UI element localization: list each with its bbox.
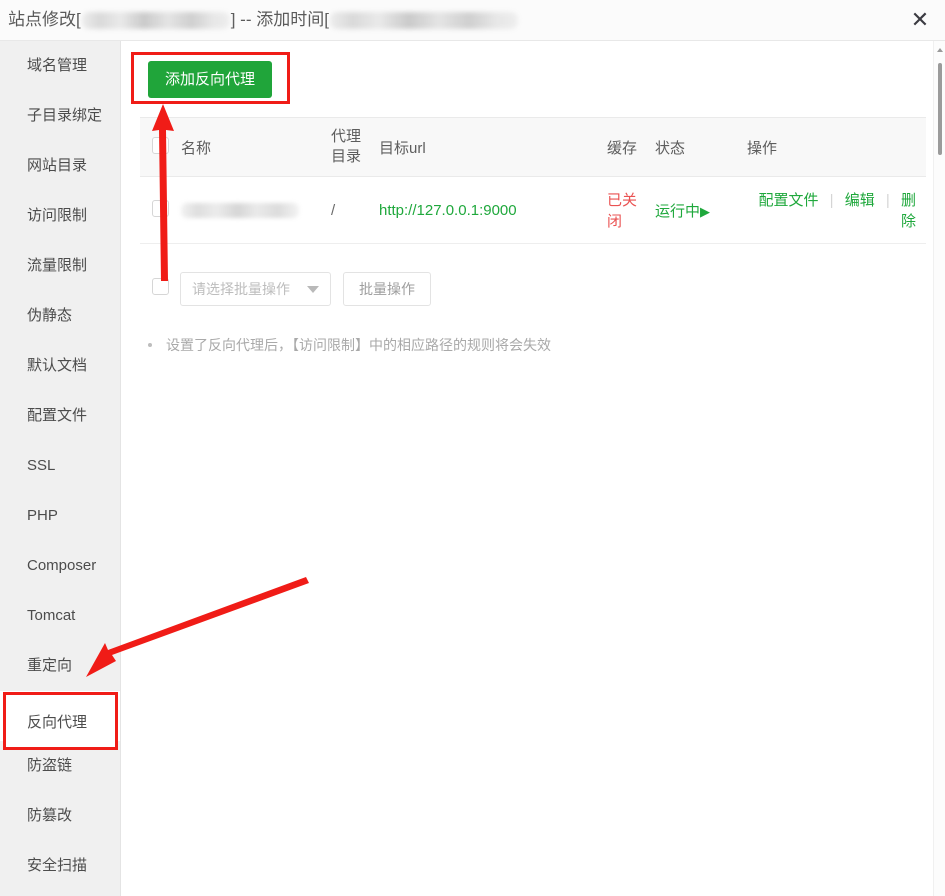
header-proxy-directory-line1: 代理 bbox=[331, 128, 362, 145]
add-reverse-proxy-button[interactable]: 添加反向代理 bbox=[148, 61, 273, 98]
sidebar-item-ssl[interactable]: SSL bbox=[0, 441, 120, 491]
dialog-title-bar: 站点修改[ ] -- 添加时间[ ✕ bbox=[0, 0, 945, 41]
select-all-checkbox[interactable] bbox=[152, 136, 169, 154]
sidebar-item-pseudo-static[interactable]: 伪静态 bbox=[0, 291, 120, 341]
sidebar-item-access-restriction[interactable]: 访问限制 bbox=[0, 191, 120, 241]
row-select-cell bbox=[140, 176, 175, 244]
cell-status: 运行中▶ bbox=[649, 176, 741, 244]
dialog-title: 站点修改[ ] -- 添加时间[ bbox=[8, 9, 519, 31]
cell-cache: 已关闭 bbox=[601, 176, 649, 244]
note-access-restriction: 设置了反向代理后，【访问限制】中的相应路径的规则将会失效 bbox=[148, 335, 551, 355]
header-status: 状态 bbox=[649, 117, 741, 177]
header-proxy-directory: 代理 目录 bbox=[325, 117, 373, 177]
batch-operation-bar: 请选择批量操作 批量操作 bbox=[140, 272, 431, 306]
sidebar: 域名管理 子目录绑定 网站目录 访问限制 流量限制 伪静态 默认文档 配置文件 … bbox=[0, 41, 121, 896]
reverse-proxy-table: 名称 代理 目录 目标url 缓存 状态 操作 / http://127.0.0… bbox=[140, 117, 926, 244]
redacted-proxy-name bbox=[181, 203, 299, 219]
header-select-all bbox=[140, 117, 175, 177]
status-toggle[interactable]: 运行中▶ bbox=[655, 203, 710, 220]
batch-select-checkbox[interactable] bbox=[152, 278, 169, 295]
sidebar-item-security-scan[interactable]: 安全扫描 bbox=[0, 841, 120, 891]
redacted-site-name bbox=[81, 11, 230, 29]
chevron-down-icon bbox=[307, 285, 319, 293]
annotation-sidebar-active-label: 反向代理 bbox=[27, 713, 88, 731]
sidebar-item-tomcat[interactable]: Tomcat bbox=[0, 591, 120, 641]
cell-actions: 配置文件 | 编辑 | 删除 bbox=[741, 176, 926, 244]
table-header-row: 名称 代理 目录 目标url 缓存 状态 操作 bbox=[140, 117, 926, 177]
row-checkbox[interactable] bbox=[152, 199, 169, 217]
sidebar-item-config-file[interactable]: 配置文件 bbox=[0, 391, 120, 441]
main-content: 添加反向代理 名称 代理 目录 目标url 缓存 状态 操作 / http://… bbox=[122, 41, 945, 896]
bullet-icon bbox=[148, 343, 152, 347]
table-row: / http://127.0.0.1:9000 已关闭 运行中▶ 配置文件 | … bbox=[140, 176, 926, 244]
sidebar-item-subdirectory-binding[interactable]: 子目录绑定 bbox=[0, 91, 120, 141]
batch-operation-button[interactable]: 批量操作 bbox=[343, 272, 431, 306]
header-actions: 操作 bbox=[741, 117, 926, 177]
title-prefix: 站点修改[ bbox=[8, 10, 81, 29]
sidebar-item-default-document[interactable]: 默认文档 bbox=[0, 341, 120, 391]
batch-operation-select[interactable]: 请选择批量操作 bbox=[180, 272, 331, 306]
target-url-link[interactable]: http://127.0.0.1:9000 bbox=[379, 202, 517, 219]
note-text: 设置了反向代理后，【访问限制】中的相应路径的规则将会失效 bbox=[166, 337, 551, 353]
redacted-add-time bbox=[329, 11, 518, 29]
action-config-file[interactable]: 配置文件 bbox=[758, 192, 818, 209]
scroll-up-arrow-icon[interactable] bbox=[937, 48, 943, 52]
sidebar-item-traffic-limit[interactable]: 流量限制 bbox=[0, 241, 120, 291]
action-edit[interactable]: 编辑 bbox=[845, 192, 875, 209]
batch-select-cell bbox=[140, 278, 174, 300]
cell-proxy-directory: / bbox=[325, 176, 373, 244]
status-label: 运行中 bbox=[655, 202, 701, 220]
cell-target-url: http://127.0.0.1:9000 bbox=[373, 176, 601, 244]
header-cache: 缓存 bbox=[601, 117, 649, 177]
action-separator-1: | bbox=[829, 192, 834, 209]
sidebar-item-domain-management[interactable]: 域名管理 bbox=[0, 41, 120, 91]
cell-name bbox=[175, 176, 325, 244]
play-icon: ▶ bbox=[700, 204, 711, 220]
vertical-scrollbar[interactable] bbox=[933, 41, 945, 896]
close-icon[interactable]: ✕ bbox=[905, 6, 935, 36]
sidebar-item-redirect[interactable]: 重定向 bbox=[0, 641, 120, 691]
header-name: 名称 bbox=[175, 117, 325, 177]
sidebar-item-php[interactable]: PHP bbox=[0, 491, 120, 541]
table-body: / http://127.0.0.1:9000 已关闭 运行中▶ 配置文件 | … bbox=[140, 176, 926, 244]
action-delete[interactable]: 删除 bbox=[901, 192, 916, 230]
sidebar-item-anti-tamper[interactable]: 防篡改 bbox=[0, 791, 120, 841]
header-target-url: 目标url bbox=[373, 117, 601, 177]
header-proxy-directory-line2: 目录 bbox=[331, 148, 362, 165]
sidebar-item-site-directory[interactable]: 网站目录 bbox=[0, 141, 120, 191]
action-separator-2: | bbox=[885, 192, 890, 209]
batch-operation-select-value: 请选择批量操作 bbox=[192, 281, 290, 297]
reverse-proxy-table-wrapper: 名称 代理 目录 目标url 缓存 状态 操作 / http://127.0.0… bbox=[140, 117, 926, 244]
table-head: 名称 代理 目录 目标url 缓存 状态 操作 bbox=[140, 117, 926, 177]
scrollbar-thumb[interactable] bbox=[938, 63, 942, 155]
cache-status-text: 已关闭 bbox=[607, 192, 638, 230]
title-middle: ] -- 添加时间[ bbox=[230, 10, 329, 29]
sidebar-item-composer[interactable]: Composer bbox=[0, 541, 120, 591]
